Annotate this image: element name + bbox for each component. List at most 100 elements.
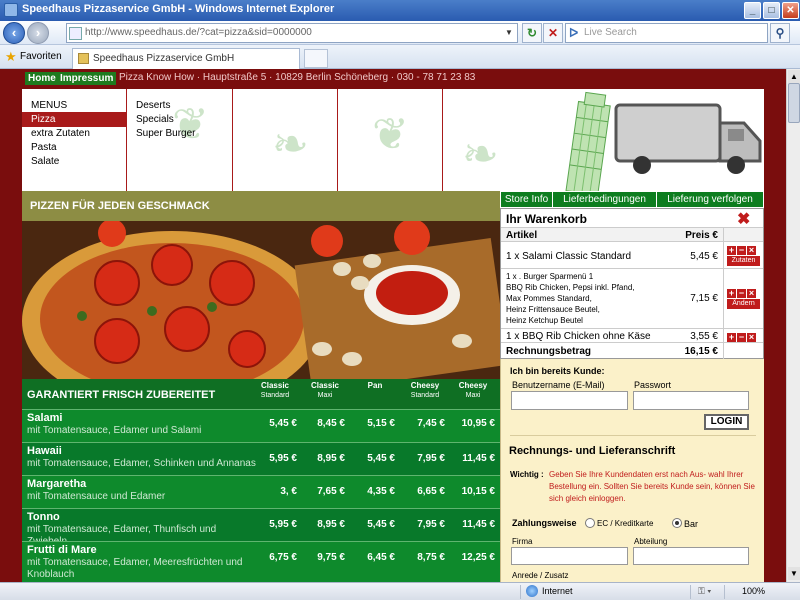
price-cell[interactable]: 5,95 € <box>247 453 297 464</box>
login-button[interactable]: LOGIN <box>704 414 749 430</box>
address-dropdown-icon[interactable]: ▼ <box>502 25 516 41</box>
tab-lieferung-verfolgen[interactable]: Lieferung verfolgen <box>657 192 763 207</box>
price-cell[interactable]: 8,75 € <box>395 552 445 563</box>
company-address: Pizza Know How · Hauptstraße 5 · 10829 B… <box>119 72 476 83</box>
scroll-up-icon[interactable]: ▲ <box>788 70 800 83</box>
menu-item-pasta[interactable]: Pasta <box>31 141 57 155</box>
aendern-button[interactable]: Ändern <box>727 299 760 309</box>
impressum-link[interactable]: Impressum <box>57 72 117 85</box>
remove-icon[interactable]: × <box>747 333 756 342</box>
price-cell[interactable]: 5,45 € <box>247 418 297 429</box>
protected-mode-icon[interactable]: ⚿ ▾ <box>698 586 711 597</box>
status-divider <box>724 585 725 599</box>
price-cell[interactable]: 5,45 € <box>345 453 395 464</box>
payment-ec-label[interactable]: EC / Kreditkarte <box>597 519 653 528</box>
url-text: http://www.speedhaus.de/?cat=pizza&sid=0… <box>85 27 312 38</box>
zoom-level[interactable]: 100% <box>742 586 765 596</box>
table-row[interactable]: Hawaii mit Tomatensauce, Edamer, Schinke… <box>22 442 500 475</box>
minimize-button[interactable]: _ <box>744 2 761 19</box>
table-row[interactable]: Salami mit Tomatensauce, Edamer und Sala… <box>22 409 500 442</box>
menu-item-deserts[interactable]: Deserts <box>136 99 170 113</box>
add-icon[interactable]: + <box>727 246 736 255</box>
maximize-button[interactable]: □ <box>763 2 780 19</box>
minus-icon[interactable]: − <box>737 289 746 298</box>
price-cell[interactable]: 11,45 € <box>445 453 495 464</box>
leaf-ornament-icon: ❧ <box>272 120 309 169</box>
price-cell[interactable]: 6,75 € <box>247 552 297 563</box>
add-icon[interactable]: + <box>727 333 736 342</box>
tab-store-info[interactable]: Store Info <box>501 192 553 207</box>
menu-item-specials[interactable]: Specials <box>136 113 174 127</box>
table-row[interactable]: Margaretha mit Tomatensauce und Edamer 3… <box>22 475 500 508</box>
price-cell[interactable]: 11,45 € <box>445 519 495 530</box>
navigation-bar: ‹ › http://www.speedhaus.de/?cat=pizza&s… <box>0 21 800 45</box>
zutaten-button[interactable]: Zutaten <box>727 256 760 266</box>
cart-item-text: 1 x . Burger Sparmenü 1 BBQ Rib Chicken,… <box>506 272 635 325</box>
price-cell[interactable]: 10,15 € <box>445 486 495 497</box>
table-row[interactable]: Tonno mit Tomatensauce, Edamer, Thunfisc… <box>22 508 500 547</box>
leaf-ornament-icon: ❦ <box>172 100 209 149</box>
payment-bar-label[interactable]: Bar <box>684 519 698 529</box>
price-cell[interactable]: 12,25 € <box>445 552 495 563</box>
minus-icon[interactable]: − <box>737 246 746 255</box>
payment-ec-radio[interactable] <box>585 518 595 528</box>
price-cell[interactable]: 10,95 € <box>445 418 495 429</box>
home-link[interactable]: Home <box>25 72 59 85</box>
price-cell[interactable]: 6,45 € <box>345 552 395 563</box>
stop-button[interactable]: ✕ <box>543 23 563 43</box>
refresh-button[interactable]: ↻ <box>522 23 542 43</box>
price-cell[interactable]: 8,45 € <box>295 418 345 429</box>
price-cell[interactable]: 3, € <box>247 486 297 497</box>
cart-item-text: 1 x BBQ Rib Chicken ohne Käse <box>506 331 651 342</box>
address-bar[interactable]: http://www.speedhaus.de/?cat=pizza&sid=0… <box>66 23 518 43</box>
menu-item-extra-zutaten[interactable]: extra Zutaten <box>31 127 90 141</box>
price-cell[interactable]: 7,95 € <box>395 519 445 530</box>
add-icon[interactable]: + <box>727 289 736 298</box>
scrollbar-thumb[interactable] <box>788 83 800 123</box>
price-cell[interactable]: 4,35 € <box>345 486 395 497</box>
tab-lieferbedingungen[interactable]: Lieferbedingungen <box>553 192 657 207</box>
search-input[interactable]: ᐅ Live Search <box>565 23 768 43</box>
firma-input[interactable] <box>511 547 628 565</box>
pizza-photo <box>22 221 500 379</box>
col-sub: Maxi <box>317 392 333 399</box>
price-cell[interactable]: 5,45 € <box>345 519 395 530</box>
col-name: Cheesy <box>458 381 488 390</box>
username-input[interactable] <box>511 391 628 410</box>
abteilung-input[interactable] <box>633 547 749 565</box>
favorites-star-icon[interactable]: ★ <box>5 49 17 65</box>
price-cell[interactable]: 6,65 € <box>395 486 445 497</box>
favorites-label[interactable]: Favoriten <box>20 51 62 62</box>
payment-bar-radio[interactable] <box>672 518 682 528</box>
search-button[interactable]: ⚲ <box>770 23 790 43</box>
menu-item-salate[interactable]: Salate <box>31 155 59 169</box>
top-strip: Home Impressum Pizza Know How · Hauptstr… <box>22 69 764 89</box>
price-cell[interactable]: 9,75 € <box>295 552 345 563</box>
price-cell[interactable]: 7,95 € <box>395 453 445 464</box>
search-placeholder: Live Search <box>584 27 637 38</box>
minus-icon[interactable]: − <box>737 333 746 342</box>
pizza-description: mit Tomatensauce, Edamer, Meeresfrüchten… <box>27 557 243 580</box>
price-cell[interactable]: 8,95 € <box>295 519 345 530</box>
scroll-down-icon[interactable]: ▼ <box>788 567 800 580</box>
tab-active[interactable]: Speedhaus Pizzaservice GmbH <box>72 48 300 69</box>
price-cell[interactable]: 8,95 € <box>295 453 345 464</box>
table-title: GARANTIERT FRISCH ZUBEREITET <box>27 389 216 401</box>
back-button[interactable]: ‹ <box>3 22 25 44</box>
menu-item-super-burger[interactable]: Super Burger <box>136 127 195 141</box>
table-row[interactable]: Frutti di Mare mit Tomatensauce, Edamer,… <box>22 541 500 582</box>
new-tab-button[interactable] <box>304 49 328 68</box>
menu-item-pizza[interactable]: Pizza <box>22 113 126 127</box>
price-cell[interactable]: 7,65 € <box>295 486 345 497</box>
price-cell[interactable]: 5,95 € <box>247 519 297 530</box>
clear-cart-icon[interactable]: ✖ <box>737 209 750 229</box>
remove-icon[interactable]: × <box>747 246 756 255</box>
vertical-scrollbar[interactable]: ▲ ▼ <box>786 69 800 582</box>
password-input[interactable] <box>633 391 749 410</box>
price-cell[interactable]: 5,15 € <box>345 418 395 429</box>
col-header: Classic Standard <box>252 381 298 401</box>
forward-button[interactable]: › <box>27 22 49 44</box>
remove-icon[interactable]: × <box>747 289 756 298</box>
close-button[interactable]: ✕ <box>782 2 799 19</box>
price-cell[interactable]: 7,45 € <box>395 418 445 429</box>
